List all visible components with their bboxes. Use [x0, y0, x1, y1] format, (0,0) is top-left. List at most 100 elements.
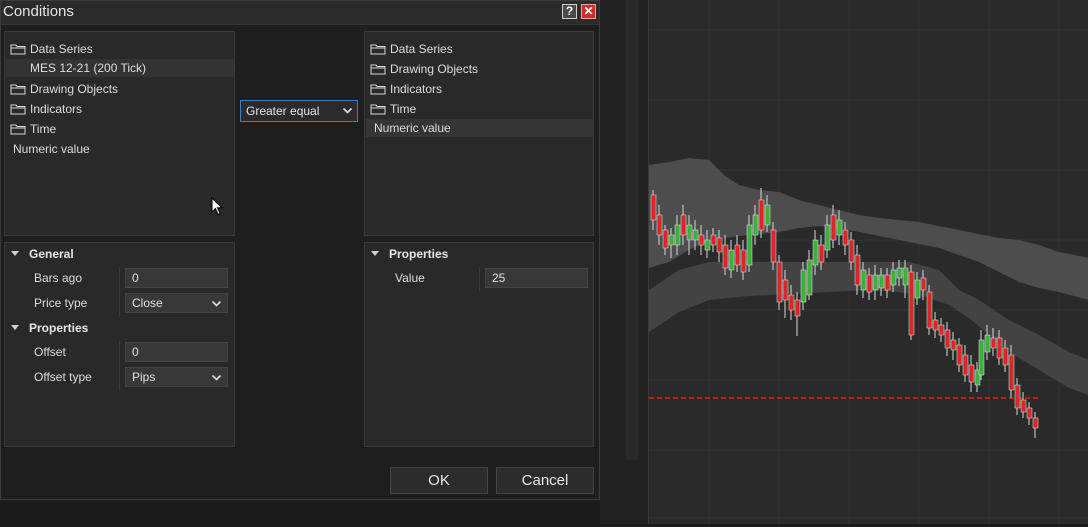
operator-selected-value: Greater equal: [246, 104, 320, 118]
tree-label: Data Series: [30, 42, 93, 56]
offset-input[interactable]: 0: [125, 342, 228, 362]
tree-label: Drawing Objects: [390, 62, 479, 76]
left-tree-numeric-value[interactable]: Numeric value: [13, 140, 90, 158]
help-button[interactable]: ?: [562, 4, 577, 19]
left-tree-indicators[interactable]: Indicators: [10, 100, 82, 118]
left-tree-mes-series[interactable]: MES 12-21 (200 Tick): [6, 59, 234, 77]
candle-body: [962, 354, 969, 376]
candle-body: [866, 274, 873, 293]
left-tree-panel: Data Series MES 12-21 (200 Tick) Drawing…: [4, 31, 235, 236]
price-chart[interactable]: [648, 0, 1088, 524]
candle-body: [650, 194, 657, 221]
candle-body: [950, 339, 957, 351]
section-title: Properties: [389, 247, 449, 261]
value-label: Value: [395, 271, 425, 285]
candle-body: [872, 274, 879, 291]
price-type-select[interactable]: Close: [125, 293, 228, 313]
candle-body: [674, 224, 681, 246]
candle-body: [710, 234, 717, 246]
candle-body: [818, 244, 825, 263]
candle-body: [1020, 399, 1027, 413]
candle-body: [878, 274, 885, 289]
candle-body: [1002, 347, 1009, 366]
candle-body: [686, 224, 693, 241]
background-panel: [600, 0, 648, 524]
properties-section-header[interactable]: Properties: [11, 319, 88, 337]
tree-label: Indicators: [30, 102, 83, 116]
right-tree-data-series[interactable]: Data Series: [370, 40, 453, 58]
price-type-value: Close: [132, 296, 163, 310]
properties-section-header[interactable]: Properties: [371, 245, 448, 263]
folder-icon: [10, 84, 26, 95]
folder-icon: [370, 64, 386, 75]
folder-icon: [370, 104, 386, 115]
general-section-header[interactable]: General: [11, 245, 74, 263]
offset-label: Offset: [34, 345, 66, 359]
candle-body: [996, 337, 1003, 359]
ok-button[interactable]: OK: [390, 467, 488, 494]
collapse-triangle-icon: [11, 325, 19, 331]
candle-body: [956, 344, 963, 366]
offset-type-select[interactable]: Pips: [125, 367, 228, 387]
candle-body: [770, 229, 777, 263]
mouse-cursor-icon: [211, 197, 223, 216]
divider: [479, 267, 480, 291]
left-tree-drawing-objects[interactable]: Drawing Objects: [10, 80, 118, 98]
chevron-down-icon: [342, 107, 353, 114]
candle-body: [884, 274, 891, 291]
tree-label: Indicators: [390, 82, 443, 96]
candle-body: [794, 299, 801, 317]
dialog-titlebar[interactable]: Conditions ? ✕: [1, 1, 599, 25]
offset-type-label: Offset type: [34, 370, 92, 384]
candle-body: [1014, 384, 1021, 409]
candle-body: [984, 334, 991, 353]
candle-body: [692, 229, 699, 241]
right-tree-drawing-objects[interactable]: Drawing Objects: [370, 60, 478, 78]
candle-body: [764, 204, 771, 226]
candle-body: [782, 279, 789, 301]
candle-body: [926, 291, 933, 329]
candle-body: [722, 244, 729, 269]
tree-label: Data Series: [390, 42, 453, 56]
candle-body: [902, 267, 909, 286]
folder-icon: [370, 84, 386, 95]
right-tree-indicators[interactable]: Indicators: [370, 80, 442, 98]
candle-body: [920, 277, 927, 291]
left-tree-time[interactable]: Time: [10, 120, 56, 138]
candle-body: [668, 234, 675, 246]
value-input[interactable]: 25: [485, 268, 588, 288]
candle-body: [800, 269, 807, 303]
left-properties-panel: General Bars ago 0 Price type Close Prop…: [4, 242, 235, 447]
left-tree-data-series[interactable]: Data Series: [10, 40, 93, 58]
candle-body: [788, 294, 795, 311]
candle-body: [806, 259, 813, 296]
candle-body: [914, 279, 921, 299]
tree-label: Drawing Objects: [30, 82, 119, 96]
candle-body: [842, 229, 849, 246]
chart-canvas: [649, 0, 1088, 524]
right-tree-time[interactable]: Time: [370, 100, 416, 118]
candle-body: [854, 254, 861, 286]
dialog-title: Conditions: [3, 3, 74, 20]
right-tree-numeric-value[interactable]: Numeric value: [366, 119, 593, 137]
candle-body: [734, 244, 741, 266]
candle-body: [968, 364, 975, 383]
candle-body: [824, 224, 831, 251]
close-button[interactable]: ✕: [581, 4, 596, 19]
background-scrollbar: [626, 0, 638, 460]
candle-body: [890, 269, 897, 286]
cancel-button[interactable]: Cancel: [496, 467, 594, 494]
candle-body: [932, 319, 939, 331]
right-properties-panel: Properties Value 25: [364, 242, 594, 447]
offset-type-value: Pips: [132, 370, 156, 384]
section-title: General: [29, 247, 74, 261]
candle-body: [978, 339, 985, 376]
folder-icon: [10, 104, 26, 115]
bars-ago-label: Bars ago: [34, 271, 83, 285]
operator-select[interactable]: Greater equal: [240, 100, 358, 122]
candle-body: [740, 249, 747, 273]
bars-ago-input[interactable]: 0: [125, 268, 228, 288]
candle-body: [848, 239, 855, 263]
divider: [119, 267, 120, 317]
candle-body: [908, 271, 915, 336]
